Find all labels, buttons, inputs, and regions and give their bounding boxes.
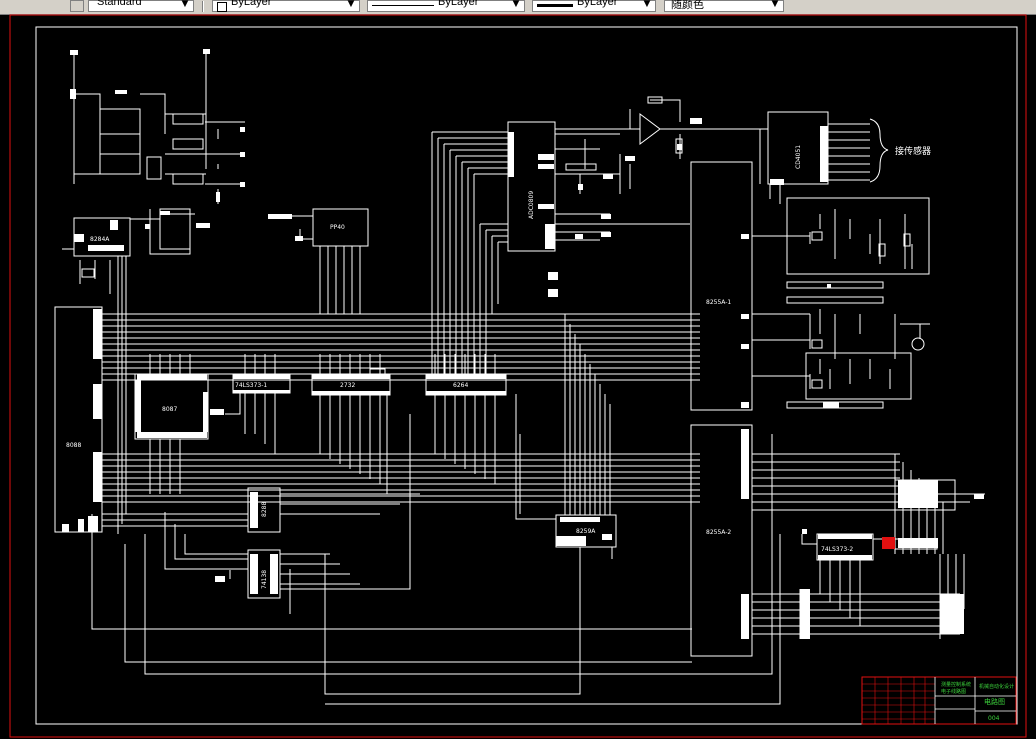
chip-pp40-label: PP40: [330, 224, 345, 231]
lineweight-value: ByLayer: [577, 0, 618, 8]
chip-8284a-label: 8284A: [90, 236, 110, 243]
linetype-preview-icon: [372, 5, 434, 6]
chip-8255a-1-label: 8255A-1: [706, 299, 731, 306]
chip-2732-label: 2732: [340, 382, 355, 389]
plot-style-select[interactable]: 随颜色 ▼: [664, 0, 784, 12]
drawing-canvas[interactable]: 8284A 8088 8087 74LS373-1 2732 6264 PP40…: [0, 14, 1036, 739]
title-drawing-name: 电路图: [984, 697, 1005, 706]
chevron-down-icon[interactable]: ▼: [641, 0, 653, 11]
color-swatch-icon: [217, 2, 227, 12]
sensor-label: 接传感器: [895, 145, 931, 157]
lineweight-preview-icon: [537, 4, 573, 7]
chip-8087-label: 8087: [162, 406, 177, 413]
lineweight-select[interactable]: ByLayer ▼: [532, 0, 656, 12]
red-marker: [882, 537, 895, 549]
chip-6264-label: 6264: [453, 382, 468, 389]
chip-8288-label: 8288: [261, 502, 268, 517]
toolbar-separator: [202, 1, 204, 12]
text-style-icon[interactable]: [70, 0, 84, 12]
plot-style-value: 随颜色: [671, 0, 704, 11]
chevron-down-icon[interactable]: ▼: [179, 0, 191, 11]
title-left-1: 测量控制系统: [941, 681, 971, 688]
chevron-down-icon[interactable]: ▼: [510, 0, 522, 11]
linetype-value: ByLayer: [438, 0, 479, 8]
chip-74ls373-1-label: 74LS373-1: [235, 382, 267, 389]
title-number: 004: [988, 715, 1000, 722]
chip-adc0809-label: ADC0809: [528, 191, 535, 219]
properties-toolbar: Standard ▼ ByLayer ▼ ByLayer ▼ ByLayer ▼…: [0, 0, 1036, 15]
layer-color-select[interactable]: ByLayer ▼: [212, 0, 360, 12]
chip-8088-label: 8088: [66, 442, 81, 449]
chip-8259a-label: 8259A: [576, 528, 596, 535]
layer-color-value: ByLayer: [231, 0, 272, 8]
linetype-select[interactable]: ByLayer ▼: [367, 0, 525, 12]
chip-cd4051-label: CD4051: [795, 145, 802, 169]
text-style-value: Standard: [97, 0, 142, 8]
title-block: 测量控制系统 电子线路图 机械自动化设计 电路图 004: [861, 676, 1017, 725]
chip-8255a-2-label: 8255A-2: [706, 529, 731, 536]
text-style-select[interactable]: Standard ▼: [88, 0, 194, 12]
title-left-2: 电子线路图: [941, 688, 966, 695]
chip-74ls373-2-label: 74LS373-2: [821, 546, 853, 553]
title-project: 机械自动化设计: [979, 683, 1014, 690]
chevron-down-icon[interactable]: ▼: [345, 0, 357, 11]
chip-74138-label: 74138: [261, 570, 268, 589]
chevron-down-icon[interactable]: ▼: [769, 0, 781, 11]
